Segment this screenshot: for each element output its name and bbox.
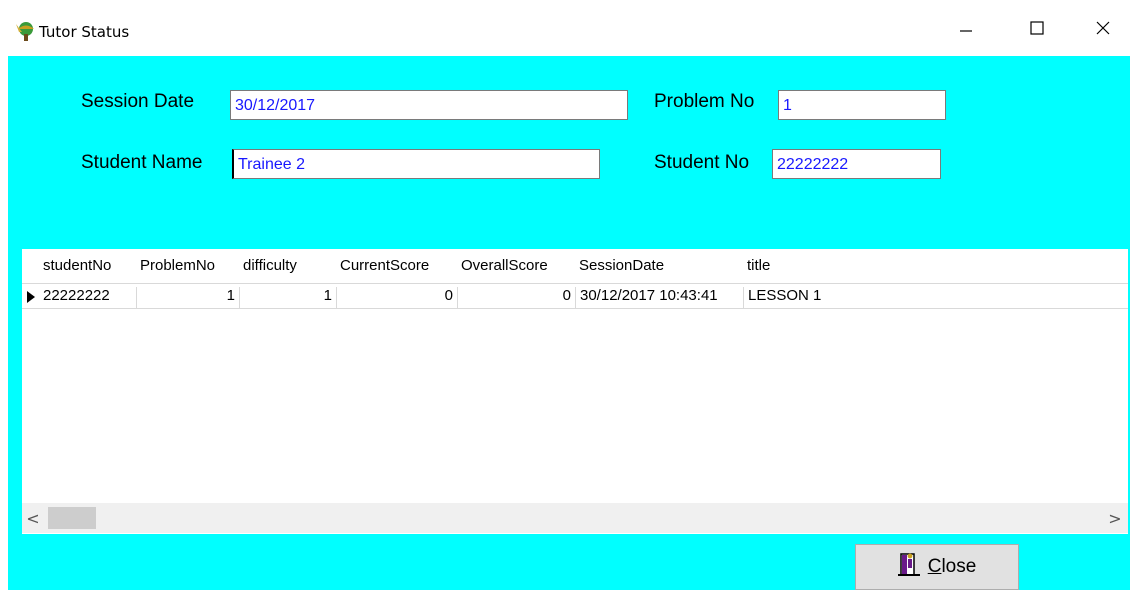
app-icon bbox=[14, 20, 38, 42]
minimize-icon bbox=[959, 21, 973, 40]
student-no-field[interactable]: 22222222 bbox=[772, 149, 941, 179]
table-cell[interactable]: 22222222 bbox=[39, 287, 137, 308]
table-cell[interactable]: LESSON 1 bbox=[744, 287, 1128, 308]
session-date-field[interactable]: 30/12/2017 bbox=[230, 90, 628, 120]
session-date-label: Session Date bbox=[81, 91, 195, 112]
table-cell[interactable]: 0 bbox=[458, 287, 576, 308]
door-exit-icon bbox=[897, 551, 920, 583]
student-name-field[interactable]: Trainee 2 bbox=[232, 149, 600, 179]
grid-header: studentNo ProblemNo difficulty CurrentSc… bbox=[22, 249, 1128, 284]
maximize-icon bbox=[1030, 20, 1044, 40]
column-header[interactable]: title bbox=[744, 257, 904, 281]
table-row[interactable]: 22222222 1 1 0 0 30/12/2017 10:43:41 LES… bbox=[22, 284, 1128, 309]
student-name-label: Student Name bbox=[81, 152, 203, 173]
chevron-right-icon: > bbox=[1108, 508, 1122, 528]
maximize-button[interactable] bbox=[1014, 8, 1060, 52]
column-header[interactable]: difficulty bbox=[240, 257, 336, 281]
student-no-label: Student No bbox=[654, 152, 750, 173]
table-cell[interactable]: 1 bbox=[240, 287, 337, 308]
table-cell[interactable]: 30/12/2017 10:43:41 bbox=[576, 287, 744, 308]
close-button[interactable]: Close bbox=[855, 544, 1019, 590]
close-button-label: Close bbox=[927, 556, 977, 577]
window-title: Tutor Status bbox=[39, 23, 130, 41]
column-header[interactable]: SessionDate bbox=[576, 257, 742, 281]
column-header[interactable]: OverallScore bbox=[458, 257, 576, 281]
scroll-right-button[interactable]: > bbox=[1104, 503, 1126, 533]
minimize-button[interactable] bbox=[943, 8, 989, 52]
chevron-left-icon: < bbox=[26, 508, 40, 528]
data-grid[interactable]: studentNo ProblemNo difficulty CurrentSc… bbox=[22, 249, 1128, 534]
close-window-button[interactable] bbox=[1080, 8, 1126, 52]
problem-no-field[interactable]: 1 bbox=[778, 90, 946, 120]
table-cell[interactable]: 1 bbox=[137, 287, 240, 308]
scroll-left-button[interactable]: < bbox=[22, 503, 44, 533]
table-cell[interactable]: 0 bbox=[337, 287, 458, 308]
problem-no-label: Problem No bbox=[654, 91, 755, 112]
close-icon bbox=[1096, 21, 1110, 40]
horizontal-scrollbar[interactable]: < > bbox=[22, 503, 1128, 533]
column-header[interactable]: ProblemNo bbox=[137, 257, 240, 281]
scroll-thumb[interactable] bbox=[48, 507, 96, 529]
column-header[interactable]: CurrentScore bbox=[337, 257, 457, 281]
title-bar: Tutor Status bbox=[0, 0, 1130, 56]
column-header[interactable]: studentNo bbox=[40, 257, 136, 281]
